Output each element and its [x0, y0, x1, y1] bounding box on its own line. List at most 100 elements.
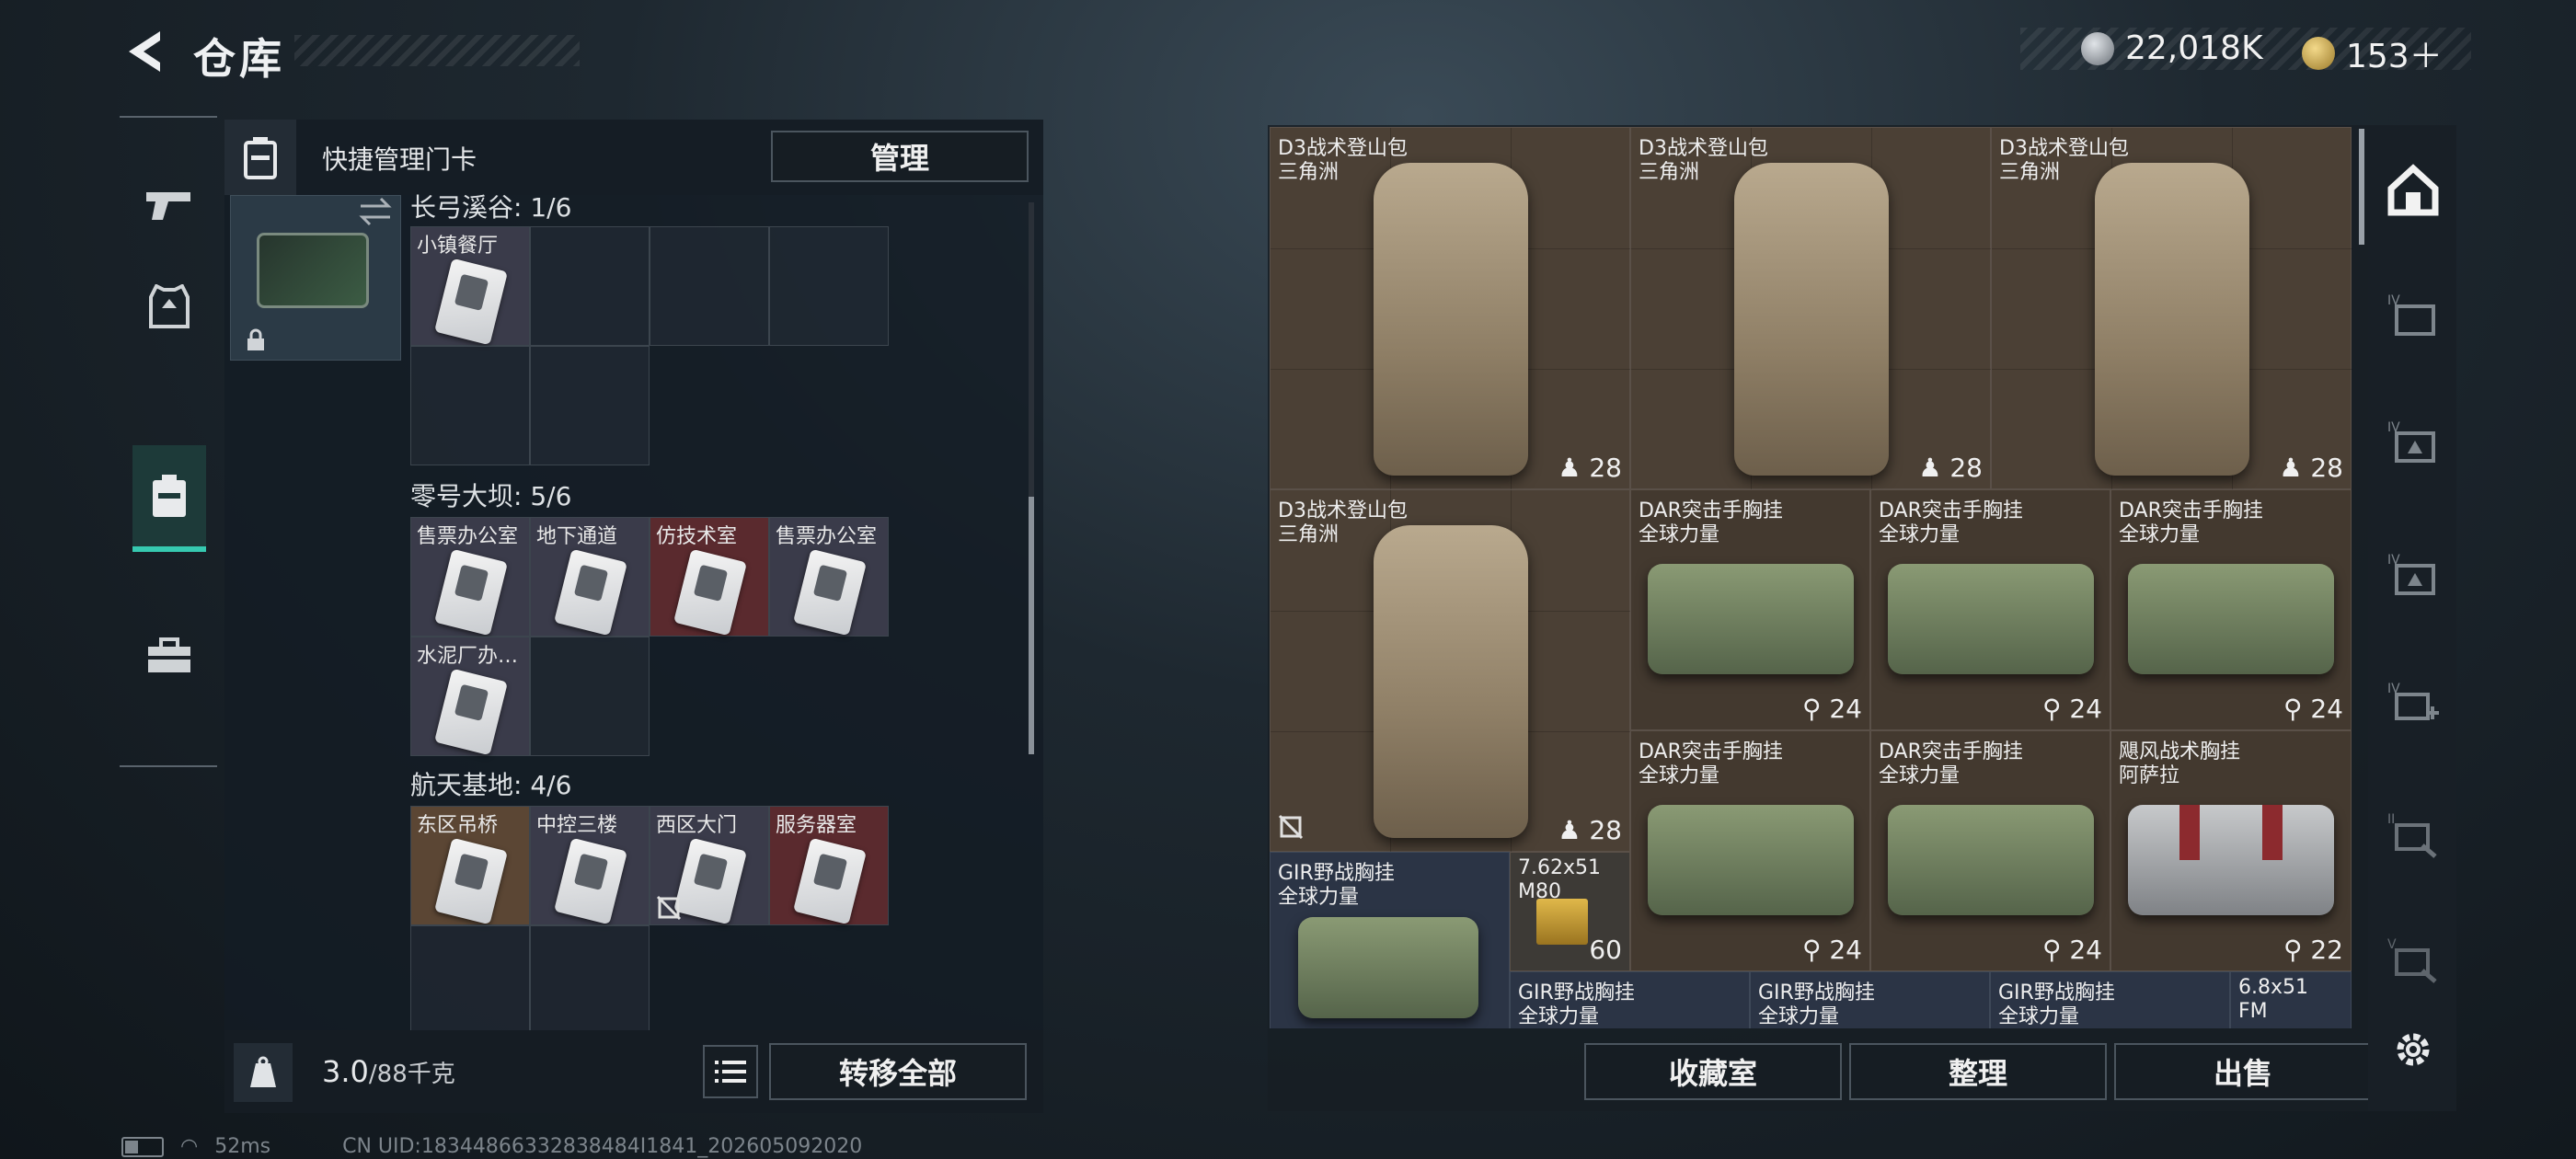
transfer-all-button[interactable]: 转移全部 [769, 1043, 1027, 1100]
item-sub: 全球力量 [1518, 1005, 1600, 1028]
item-sub: FM [2238, 1000, 2268, 1023]
tab-tier2-tool[interactable]: II [2381, 802, 2445, 866]
swap-icon[interactable] [357, 195, 394, 228]
nav-armor[interactable] [132, 256, 206, 357]
weight-max: /88千克 [368, 1061, 455, 1088]
tier5-tool-icon: V [2387, 937, 2437, 983]
empty-slot[interactable] [530, 925, 650, 1030]
keycard-icon [153, 475, 186, 517]
nav-keycard[interactable] [132, 445, 206, 552]
item-chest-rig[interactable]: GIR野战胸挂 全球力量 [1990, 971, 2230, 1028]
ping-text: 52ms [214, 1135, 271, 1158]
keycard-label: 服务器室 [776, 814, 857, 837]
keycard-slot[interactable]: 西区大门 [650, 806, 769, 925]
weight-icon [250, 1056, 276, 1087]
item-capacity: ⚲ 24 [2041, 694, 2102, 724]
keycard-slot[interactable]: 小镇餐厅 [410, 226, 530, 346]
empty-slot[interactable] [410, 346, 530, 465]
keycard-slot[interactable]: 售票办公室 [410, 517, 530, 637]
keycard-slot[interactable]: 售票办公室 [769, 517, 889, 637]
backpack-image [1374, 163, 1528, 476]
left-scrollbar-thumb[interactable] [1029, 497, 1034, 754]
tab-tier4-diamond[interactable]: IV [2381, 410, 2445, 475]
item-chest-rig[interactable]: 飓风战术胸挂 阿萨拉 ⚲ 22 [2110, 730, 2352, 971]
keycard-slot[interactable]: 中控三楼 [530, 806, 650, 925]
item-sub: 三角洲 [1278, 523, 1340, 546]
nav-toolbox[interactable] [132, 605, 206, 706]
empty-slot[interactable] [650, 226, 769, 346]
item-chest-rig[interactable]: DAR突击手胸挂 全球力量 ⚲ 24 [1630, 489, 1870, 730]
item-capacity: ⚲ 24 [1801, 935, 1862, 965]
chest-rig-image [1888, 805, 2094, 915]
currency-1[interactable]: 22,018K [2081, 29, 2263, 67]
chest-rig-image [2128, 805, 2334, 915]
item-sub: 三角洲 [1278, 161, 1340, 184]
keycard-header-icon-box [224, 120, 296, 195]
tier4-diamond-icon: IV [2387, 553, 2435, 595]
tab-tier4-diamond-2[interactable]: IV [2381, 543, 2445, 607]
item-chest-rig[interactable]: GIR野战胸挂 全球力量 [1750, 971, 1990, 1028]
sort-button[interactable]: 整理 [1849, 1043, 2107, 1100]
item-chest-rig[interactable]: DAR突击手胸挂 全球力量 ⚲ 24 [1630, 730, 1870, 971]
item-capacity: ♟ 28 [2279, 453, 2343, 483]
nav-weapon[interactable] [132, 155, 206, 256]
empty-slot[interactable] [530, 346, 650, 465]
empty-slot[interactable] [769, 226, 889, 346]
item-chest-rig[interactable]: DAR突击手胸挂 全球力量 ⚲ 24 [1870, 730, 2110, 971]
gold-coin-icon [2302, 37, 2335, 70]
item-ammo[interactable]: 6.8x51 FM [2230, 971, 2352, 1028]
tab-tier4-box[interactable]: IV [2381, 283, 2445, 348]
green-keycard-image [257, 233, 369, 308]
collection-room-button[interactable]: 收藏室 [1584, 1043, 1842, 1100]
keycard-slot[interactable]: 地下通道 [530, 517, 650, 637]
storage-scrollbar-thumb[interactable] [2359, 129, 2364, 245]
keycard-image [793, 548, 867, 637]
item-capacity: ♟ 28 [1558, 453, 1622, 483]
item-sub: 三角洲 [1639, 161, 1700, 184]
weight-current: 3.0 [322, 1054, 369, 1089]
manage-button[interactable]: 管理 [771, 131, 1029, 182]
item-chest-rig[interactable]: DAR突击手胸挂 全球力量 ⚲ 24 [1870, 489, 2110, 730]
keycard-image [434, 668, 508, 756]
currency-2[interactable]: 153＋ [2302, 29, 2443, 77]
item-capacity: ⚲ 24 [1801, 694, 1862, 724]
item-backpack[interactable]: D3战术登山包 三角洲 ♟ 28 [1991, 127, 2352, 490]
back-button[interactable] [120, 26, 175, 77]
empty-slot[interactable] [410, 925, 530, 1030]
item-chest-rig[interactable]: GIR野战胸挂 全球力量 [1510, 971, 1750, 1028]
item-sub: 三角洲 [1999, 161, 2061, 184]
section-title-dam: 零号大坝: 5/6 [410, 481, 572, 511]
empty-slot[interactable] [530, 226, 650, 346]
keycard-grid-longbow: 小镇餐厅 [410, 226, 892, 469]
item-chest-rig[interactable]: GIR野战胸挂 全球力量 [1270, 852, 1510, 1028]
list-view-button[interactable] [703, 1045, 758, 1098]
tier4-add-icon: IV [2387, 682, 2439, 720]
item-chest-rig[interactable]: DAR突击手胸挂 全球力量 ⚲ 24 [2110, 489, 2352, 730]
item-ammo[interactable]: 7.62x51 M80 60 [1510, 852, 1630, 971]
item-capacity: ⚲ 24 [2283, 694, 2343, 724]
armor-vest-icon [149, 284, 190, 328]
item-capacity: ♟ 28 [1558, 815, 1622, 845]
keycard-label: 西区大门 [656, 814, 738, 837]
settings-button[interactable] [2381, 1017, 2445, 1082]
empty-slot[interactable] [530, 637, 650, 756]
keycard-image [673, 837, 747, 925]
keycard-slot[interactable]: 水泥厂办… [410, 637, 530, 756]
pistol-icon [146, 192, 190, 220]
keycard-image [793, 837, 867, 925]
item-backpack[interactable]: D3战术登山包 三角洲 ♟ 28 [1630, 127, 1992, 490]
backpack-image [2095, 163, 2249, 476]
tab-home[interactable] [2381, 158, 2445, 223]
chest-rig-image [1648, 564, 1854, 674]
item-backpack[interactable]: D3战术登山包 三角洲 ♟ 28 [1270, 489, 1631, 853]
keycard-slot[interactable]: 服务器室 [769, 806, 889, 925]
wifi-icon: ◠ [180, 1135, 199, 1158]
keycard-label: 售票办公室 [417, 525, 519, 548]
keycard-slot[interactable]: 仿技术室 [650, 517, 769, 637]
item-backpack[interactable]: D3战术登山包 三角洲 ♟ 28 [1270, 127, 1631, 490]
keycard-slot[interactable]: 东区吊桥 [410, 806, 530, 925]
sell-button[interactable]: 出售 [2114, 1043, 2372, 1100]
item-capacity: ⚲ 24 [2041, 935, 2102, 965]
tab-tier4-add[interactable]: IV [2381, 671, 2445, 736]
tab-tier5-tool[interactable]: V [2381, 927, 2445, 992]
